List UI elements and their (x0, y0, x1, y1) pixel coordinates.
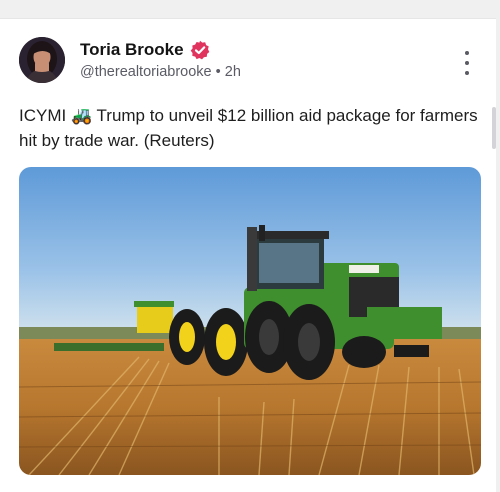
verified-badge-icon (190, 40, 210, 60)
handle-and-time: @therealtoriabrooke • 2h (80, 64, 241, 80)
author-name-text[interactable]: Toria Brooke (80, 40, 184, 60)
scrollbar[interactable] (492, 107, 496, 149)
post-image[interactable] (19, 167, 481, 475)
tractor-in-wheat-field-photo (19, 167, 481, 475)
avatar[interactable] (19, 37, 65, 83)
more-options-icon[interactable] (460, 51, 474, 75)
author-name[interactable]: Toria Brooke (80, 40, 210, 60)
post-card[interactable]: Toria Brooke @therealtoriabrooke • 2h IC… (0, 18, 496, 492)
separator-dot: • (215, 64, 221, 80)
handle[interactable]: @therealtoriabrooke (80, 64, 212, 80)
timestamp[interactable]: 2h (225, 64, 241, 80)
post-text: ICYMI 🚜 Trump to unveil $12 billion aid … (19, 106, 478, 150)
